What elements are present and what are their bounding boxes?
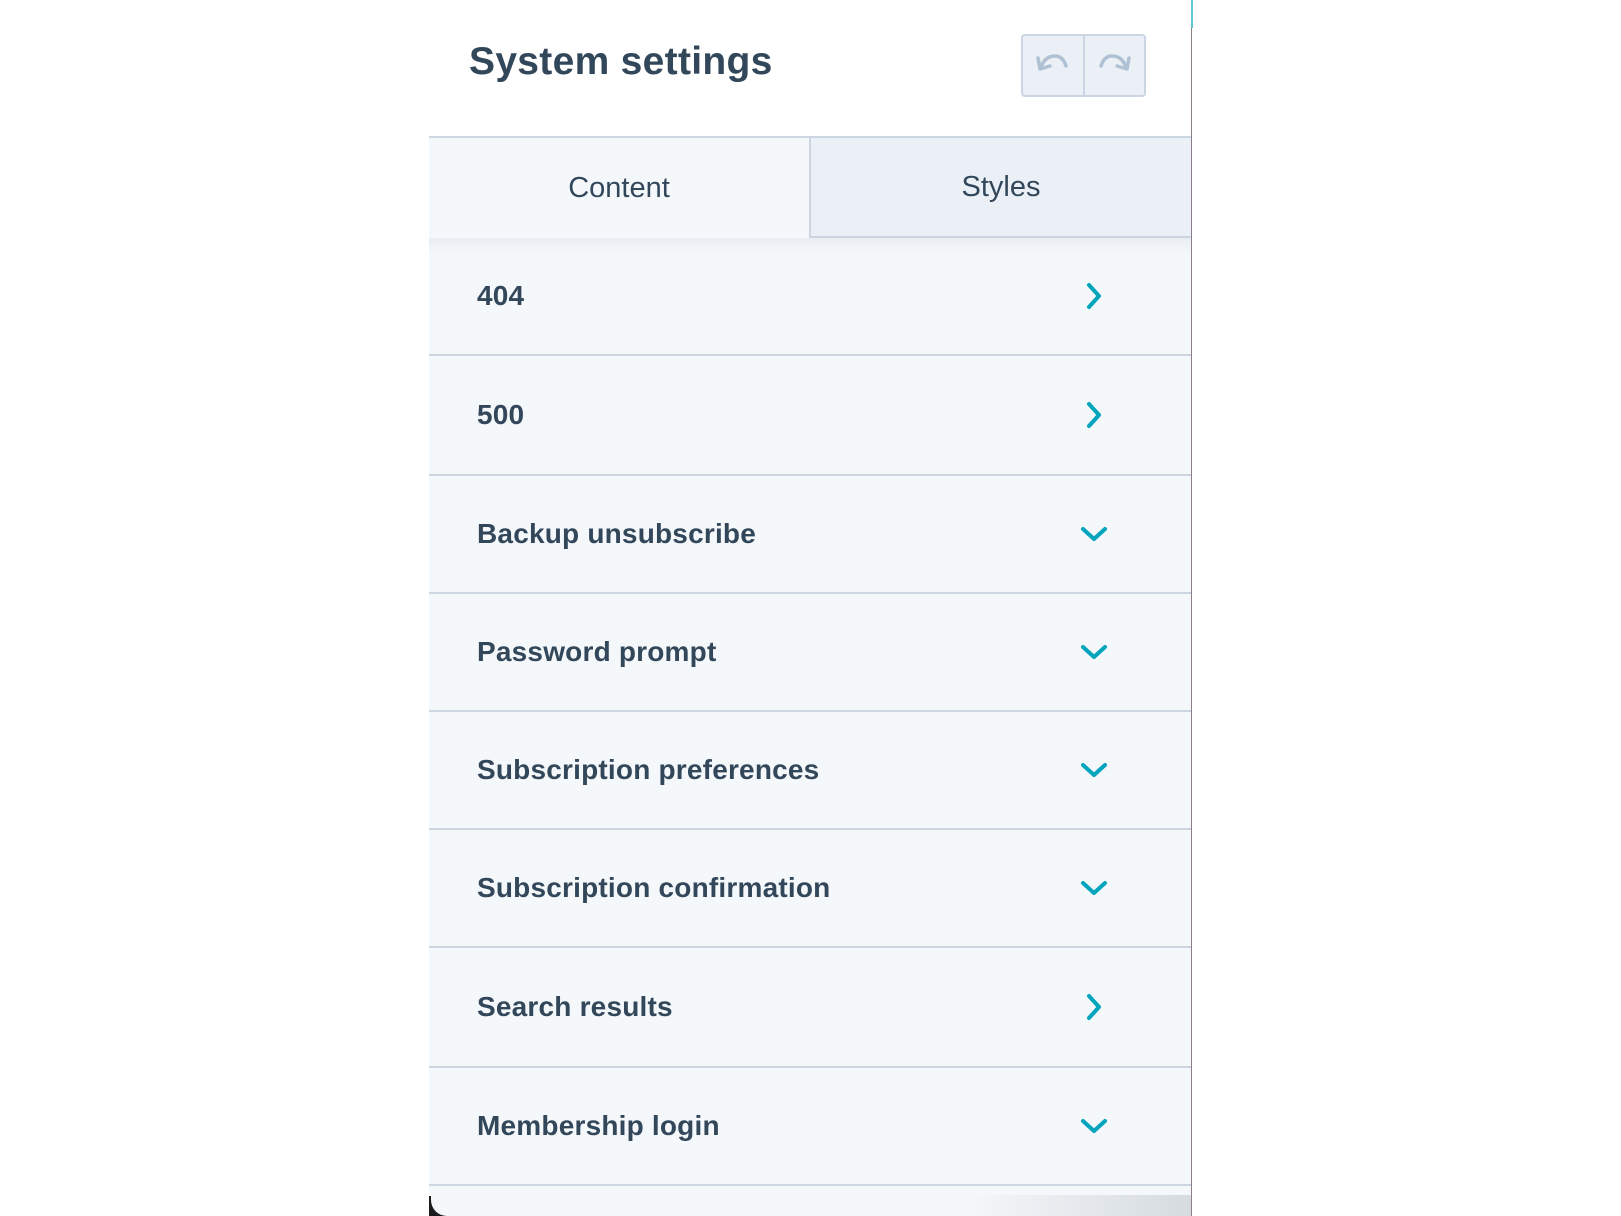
chevron-right-icon	[1079, 400, 1109, 430]
chevron-down-icon	[1079, 755, 1109, 785]
panel-header: System settings	[429, 0, 1191, 138]
settings-list: 404 500 Backup unsubscribe Password prom…	[429, 238, 1191, 1216]
tab-bar: Content Styles	[429, 138, 1191, 238]
list-item-membership-login[interactable]: Membership login	[429, 1068, 1191, 1186]
list-item-label: Subscription preferences	[477, 754, 820, 785]
undo-button[interactable]	[1023, 36, 1083, 95]
tab-content[interactable]: Content	[429, 138, 809, 238]
list-item-label: Search results	[477, 991, 673, 1022]
list-item-password-prompt[interactable]: Password prompt	[429, 594, 1191, 712]
chevron-down-icon	[1079, 637, 1109, 667]
system-settings-panel: System settings Content Styles 404 500 B…	[429, 0, 1191, 1216]
undo-redo-group	[1021, 34, 1146, 97]
list-item-backup-unsubscribe[interactable]: Backup unsubscribe	[429, 476, 1191, 594]
panel-bottom-fade	[429, 1195, 1191, 1216]
list-item-label: Backup unsubscribe	[477, 518, 757, 549]
list-item-label: 500	[477, 399, 525, 430]
chevron-down-icon	[1079, 873, 1109, 903]
undo-icon	[1035, 51, 1071, 80]
redo-button[interactable]	[1082, 36, 1145, 95]
tab-styles[interactable]: Styles	[809, 138, 1191, 238]
chevron-right-icon	[1079, 992, 1109, 1022]
list-item-404[interactable]: 404	[429, 238, 1191, 356]
list-item-label: 404	[477, 280, 525, 311]
list-item-search-results[interactable]: Search results	[429, 948, 1191, 1068]
chevron-right-icon	[1079, 281, 1109, 311]
list-item-label: Password prompt	[477, 636, 717, 667]
redo-icon	[1096, 51, 1132, 80]
list-item-subscription-confirmation[interactable]: Subscription confirmation	[429, 830, 1191, 948]
list-item-500[interactable]: 500	[429, 356, 1191, 476]
list-item-label: Membership login	[477, 1110, 720, 1141]
chevron-down-icon	[1079, 1111, 1109, 1141]
list-item-subscription-preferences[interactable]: Subscription preferences	[429, 712, 1191, 830]
list-item-label: Subscription confirmation	[477, 872, 831, 903]
chevron-down-icon	[1079, 519, 1109, 549]
panel-title: System settings	[469, 40, 773, 83]
page: System settings Content Styles 404 500 B…	[0, 0, 1621, 1216]
